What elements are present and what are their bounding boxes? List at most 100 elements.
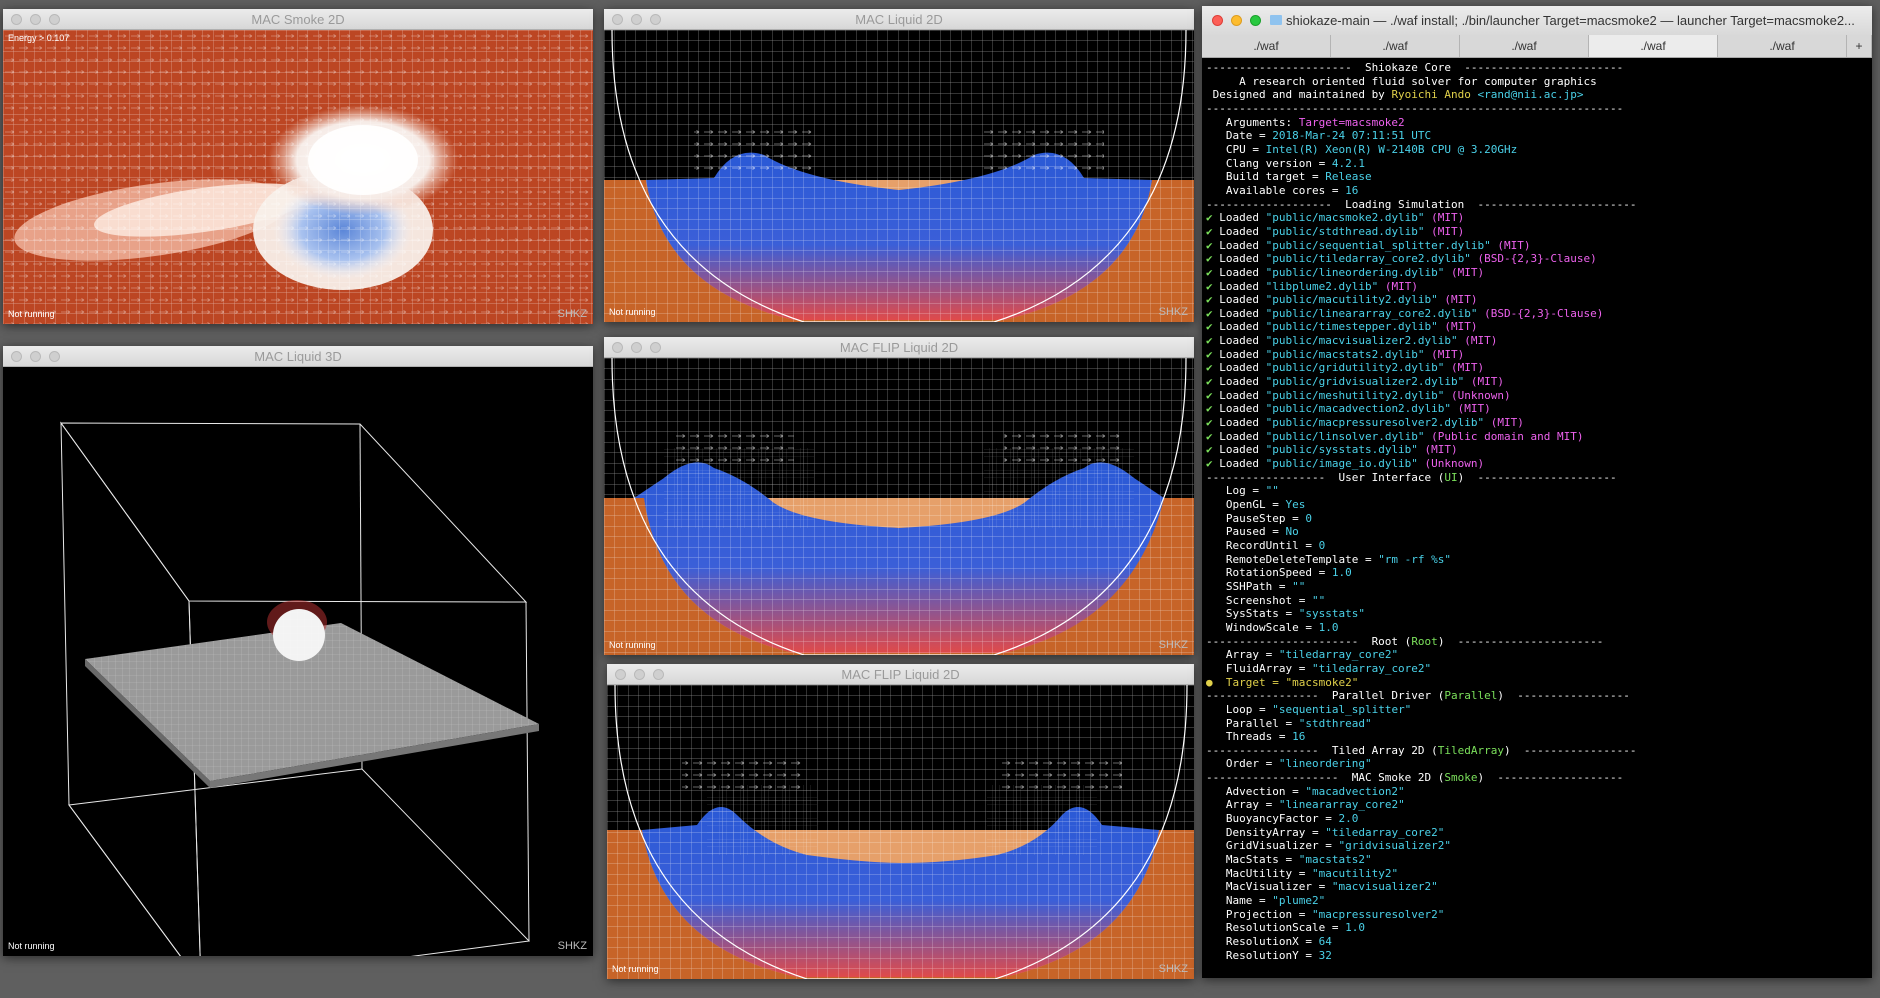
terminal-text: "macstats2": [1298, 853, 1372, 867]
minimize-button[interactable]: [631, 14, 642, 25]
terminal-line: RecordUntil = 0: [1206, 539, 1868, 553]
terminal-text: Array =: [1206, 648, 1279, 662]
terminal-line: CPU = Intel(R) Xeon(R) W-2140B CPU @ 3.2…: [1206, 143, 1868, 157]
terminal-line: ✔ Loaded "public/macutility2.dylib" (MIT…: [1206, 293, 1868, 307]
terminal-text: Loaded: [1212, 443, 1266, 457]
terminal-output[interactable]: ---------------------- Shiokaze Core ---…: [1202, 59, 1872, 978]
terminal-text: UI: [1444, 470, 1458, 484]
minimize-button[interactable]: [631, 342, 642, 353]
terminal-line: Projection = "macpressuresolver2": [1206, 908, 1868, 922]
title-bar[interactable]: MAC Smoke 2D: [3, 9, 593, 30]
zoom-button[interactable]: [1250, 15, 1261, 26]
terminal-text: MacVisualizer =: [1206, 880, 1332, 894]
title-bar[interactable]: MAC FLIP Liquid 2D: [607, 664, 1194, 685]
terminal-text: (MIT): [1457, 334, 1498, 348]
terminal-text: Smoke: [1444, 771, 1478, 785]
terminal-line: ✔ Loaded "public/meshutility2.dylib" (Un…: [1206, 389, 1868, 403]
terminal-text: "macpressuresolver2": [1311, 907, 1445, 921]
liquid3d-window[interactable]: MAC Liquid 3D Not running SHKZ: [3, 346, 593, 956]
terminal-text: "macutility2": [1311, 866, 1399, 880]
tab[interactable]: ./waf: [1718, 35, 1847, 57]
close-button[interactable]: [615, 669, 626, 680]
terminal-text: WindowScale =: [1206, 620, 1319, 634]
terminal-text: PauseStep =: [1206, 511, 1306, 525]
terminal-text: "lineordering": [1278, 757, 1372, 771]
terminal-line: Date = 2018-Mar-24 07:11:51 UTC: [1206, 129, 1868, 143]
tab[interactable]: ./waf: [1331, 35, 1460, 57]
terminal-line: Build target = Release: [1206, 170, 1868, 184]
terminal-text: Loaded: [1212, 361, 1266, 375]
terminal-window[interactable]: shiokaze-main — ./waf install; ./bin/lau…: [1202, 6, 1872, 978]
minimize-button[interactable]: [1231, 15, 1242, 26]
close-button[interactable]: [11, 14, 22, 25]
terminal-text: Root: [1411, 634, 1438, 648]
tab[interactable]: ./waf: [1202, 35, 1331, 57]
terminal-text: Available cores =: [1206, 183, 1346, 197]
terminal-text: BuoyancyFactor =: [1206, 812, 1339, 826]
terminal-text: 0: [1318, 538, 1326, 552]
terminal-text: "public/image_io.dylib": [1265, 457, 1418, 471]
new-tab-button[interactable]: +: [1847, 35, 1872, 57]
zoom-button[interactable]: [49, 14, 60, 25]
terminal-text: ✔: [1206, 388, 1213, 402]
liquid3d-render: [3, 367, 593, 956]
flip2-canvas[interactable]: Not running SHKZ: [607, 685, 1194, 979]
title-bar[interactable]: MAC Liquid 2D: [604, 9, 1194, 30]
terminal-text: Loaded: [1212, 388, 1266, 402]
terminal-text: "": [1265, 484, 1279, 498]
zoom-button[interactable]: [650, 342, 661, 353]
terminal-line: OpenGL = Yes: [1206, 498, 1868, 512]
terminal-text: (MIT): [1437, 293, 1478, 307]
terminal-text: ✔: [1206, 252, 1213, 266]
terminal-line: Array = "lineararray_core2": [1206, 798, 1868, 812]
smoke2d-window[interactable]: MAC Smoke 2D Energy > 0.107 Not running …: [3, 9, 593, 324]
liquid2d-canvas[interactable]: Not running SHKZ: [604, 30, 1194, 322]
terminal-text: "public/lineordering.dylib": [1265, 265, 1445, 279]
terminal-text: "tiledarray_core2": [1325, 825, 1445, 839]
title-bar[interactable]: MAC FLIP Liquid 2D: [604, 337, 1194, 358]
minimize-button[interactable]: [30, 351, 41, 362]
minimize-button[interactable]: [30, 14, 41, 25]
flip2-window[interactable]: MAC FLIP Liquid 2D Not running SHKZ: [607, 664, 1194, 979]
minimize-button[interactable]: [634, 669, 645, 680]
terminal-text: Build target =: [1206, 170, 1326, 184]
zoom-button[interactable]: [653, 669, 664, 680]
terminal-title-bar[interactable]: shiokaze-main — ./waf install; ./bin/lau…: [1202, 6, 1872, 35]
terminal-text: ✔: [1206, 457, 1213, 471]
terminal-tabs: ./waf ./waf ./waf ./waf ./waf +: [1202, 35, 1872, 58]
terminal-line: ✔ Loaded "public/lineordering.dylib" (MI…: [1206, 266, 1868, 280]
terminal-text: Loaded: [1212, 306, 1266, 320]
terminal-line: ✔ Loaded "public/stdthread.dylib" (MIT): [1206, 225, 1868, 239]
flip1-canvas[interactable]: Not running SHKZ: [604, 358, 1194, 655]
terminal-text: ----------------- Tiled Array 2D (: [1206, 743, 1438, 757]
terminal-title: shiokaze-main — ./waf install; ./bin/lau…: [1286, 13, 1855, 28]
terminal-line: WindowScale = 1.0: [1206, 621, 1868, 635]
terminal-line: ✔ Loaded "public/sequential_splitter.dyl…: [1206, 239, 1868, 253]
terminal-line: ✔ Loaded "public/gridvisualizer2.dylib" …: [1206, 375, 1868, 389]
terminal-text: "plume2": [1272, 894, 1326, 908]
terminal-line: ● Target = "macsmoke2": [1206, 676, 1868, 690]
terminal-text: ✔: [1206, 320, 1213, 334]
terminal-text: Target=macsmoke2: [1298, 115, 1405, 129]
terminal-text: (MIT): [1424, 211, 1465, 225]
zoom-button[interactable]: [49, 351, 60, 362]
smoke-canvas[interactable]: Energy > 0.107 Not running SHKZ: [3, 30, 593, 324]
terminal-text: Loaded: [1212, 265, 1266, 279]
liquid2d-window[interactable]: MAC Liquid 2D Not running SHKZ: [604, 9, 1194, 322]
close-button[interactable]: [11, 351, 22, 362]
tab-active[interactable]: ./waf: [1589, 35, 1718, 57]
title-bar[interactable]: MAC Liquid 3D: [3, 346, 593, 367]
terminal-text: ✔: [1206, 416, 1213, 430]
close-button[interactable]: [612, 342, 623, 353]
terminal-text: Target = "macsmoke2": [1212, 675, 1359, 689]
terminal-text: 16: [1292, 730, 1306, 744]
liquid3d-canvas[interactable]: Not running SHKZ: [3, 367, 593, 956]
close-button[interactable]: [1212, 15, 1223, 26]
terminal-text: "macvisualizer2": [1331, 880, 1438, 894]
close-button[interactable]: [612, 14, 623, 25]
zoom-button[interactable]: [650, 14, 661, 25]
tab[interactable]: ./waf: [1460, 35, 1589, 57]
terminal-line: Arguments: Target=macsmoke2: [1206, 116, 1868, 130]
terminal-line: -------------------- MAC Smoke 2D (Smoke…: [1206, 771, 1868, 785]
flip1-window[interactable]: MAC FLIP Liquid 2D Not running SHKZ: [604, 337, 1194, 655]
